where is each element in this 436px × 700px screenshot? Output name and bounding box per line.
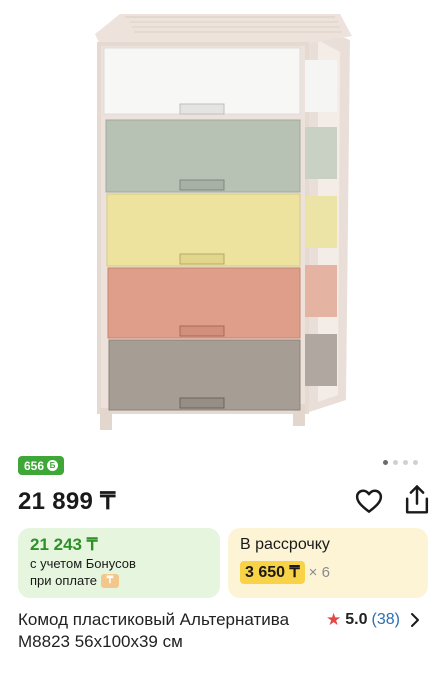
review-count[interactable]: (38) xyxy=(372,611,400,629)
product-title: Комод пластиковый Альтернатива М8823 56х… xyxy=(18,610,290,651)
rating-link[interactable]: ★ 5.0 (38) xyxy=(326,610,422,630)
star-icon: ★ xyxy=(326,610,342,629)
bonus-note-line2-row: при оплате ₸ xyxy=(30,572,208,589)
bonus-badge-value: 656 xyxy=(24,458,45,473)
installment-row: 3 650 ₸ × 6 xyxy=(240,561,416,584)
rating-score: 5.0 xyxy=(345,611,368,628)
gallery-dot[interactable] xyxy=(383,460,388,465)
product-image[interactable] xyxy=(0,0,436,448)
installment-multiplier: × 6 xyxy=(308,564,330,581)
payment-logo-icon: ₸ xyxy=(100,573,119,588)
heart-icon xyxy=(355,489,383,513)
installment-card[interactable]: В рассрочку 3 650 ₸ × 6 xyxy=(228,528,428,598)
share-icon xyxy=(405,485,429,514)
share-button[interactable] xyxy=(402,484,432,516)
installment-title: В рассрочку xyxy=(240,536,330,553)
gallery-dot[interactable] xyxy=(403,460,408,465)
bonus-note-line1: с учетом Бонусов xyxy=(30,556,136,571)
gallery-dots xyxy=(383,460,418,465)
bonus-note-line2: при оплате xyxy=(30,573,97,588)
gallery-dot[interactable] xyxy=(413,460,418,465)
drawer-chest-illustration xyxy=(95,14,352,430)
bonus-price: 21 243 ₸ xyxy=(30,535,98,554)
installment-price: 3 650 ₸ xyxy=(240,561,305,584)
gallery-dot[interactable] xyxy=(393,460,398,465)
chevron-right-icon xyxy=(410,613,419,627)
product-price: 21 899 ₸ xyxy=(18,488,116,515)
bonus-coin-icon: Б xyxy=(47,460,59,471)
favorite-button[interactable] xyxy=(354,486,384,516)
bonus-badge: 656 Б xyxy=(18,456,65,475)
bonus-price-card[interactable]: 21 243 ₸ с учетом Бонусов при оплате ₸ xyxy=(18,528,220,598)
